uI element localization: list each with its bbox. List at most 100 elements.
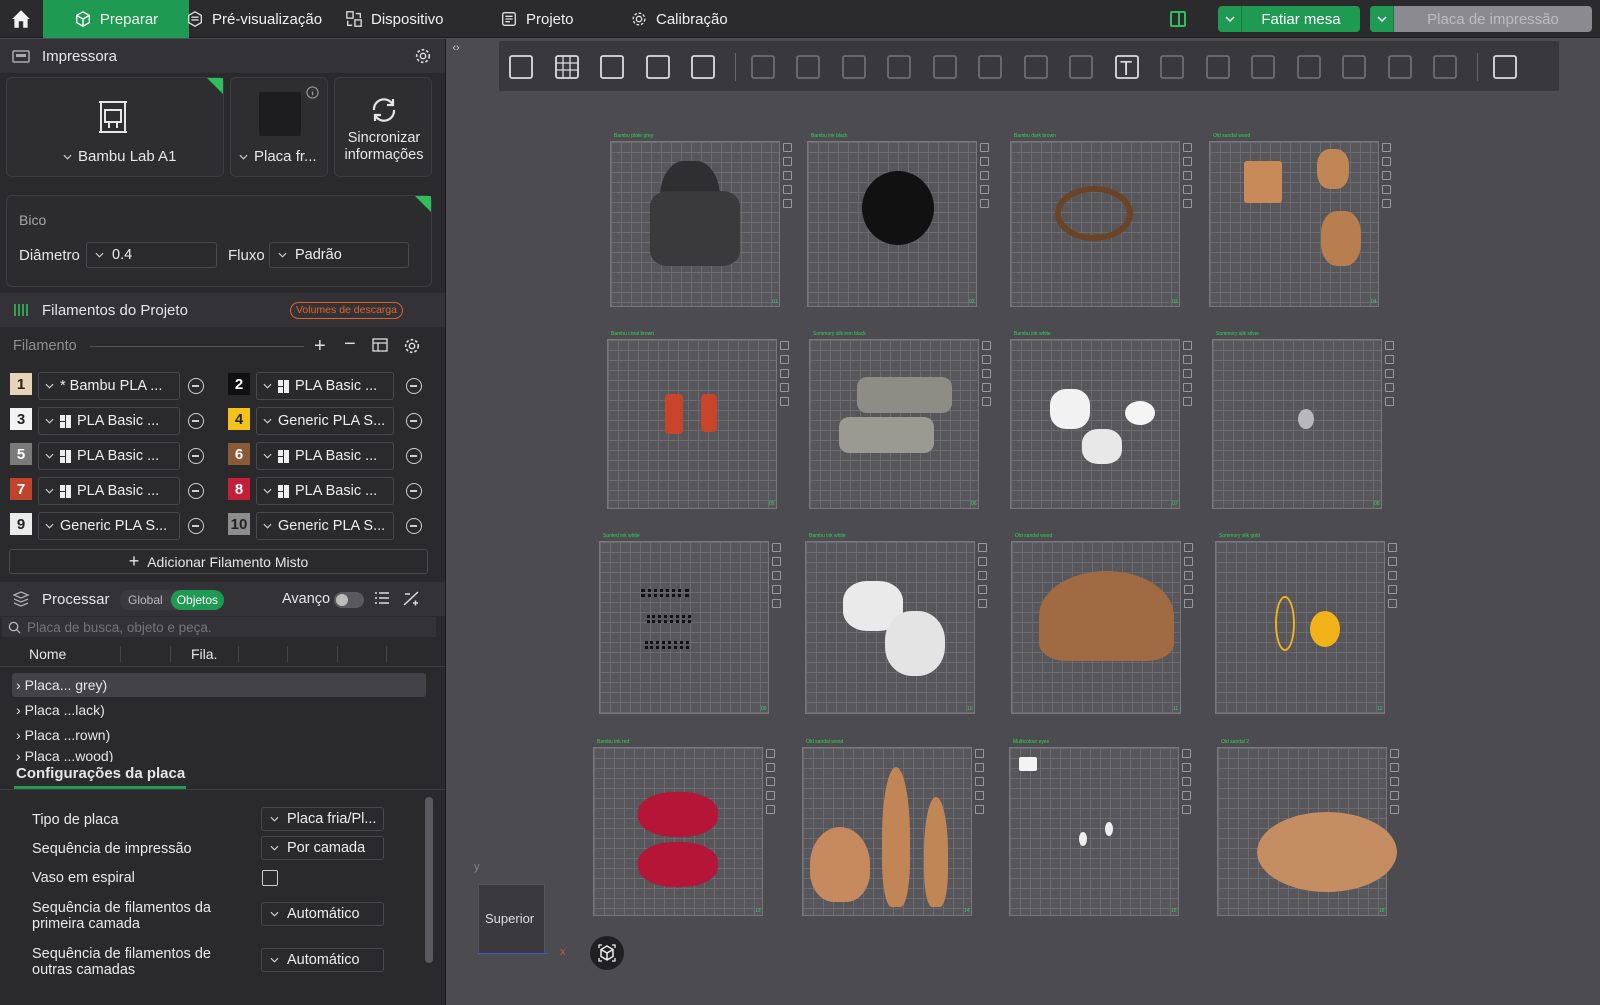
settings-icon[interactable] xyxy=(1388,599,1397,608)
build-plate[interactable]: Old sandal wood 04 xyxy=(1209,133,1391,313)
model-part[interactable] xyxy=(638,842,718,887)
model-part[interactable] xyxy=(1310,611,1340,647)
add-plate-icon[interactable] xyxy=(551,51,585,83)
build-plate[interactable]: Bambu ink white 10 xyxy=(805,533,987,720)
orient-icon[interactable] xyxy=(1183,355,1192,364)
filament-select[interactable]: Generic PLA S... xyxy=(256,512,394,540)
filament-select[interactable]: PLA Basic ... xyxy=(256,442,394,470)
arrange-icon[interactable] xyxy=(1183,171,1192,180)
auto-orient-icon[interactable] xyxy=(596,51,630,83)
close-icon[interactable] xyxy=(1388,543,1397,552)
close-icon[interactable] xyxy=(1183,341,1192,350)
remove-filament-icon[interactable]: − xyxy=(344,333,356,356)
col-name[interactable]: Nome xyxy=(29,646,66,662)
arrange-icon[interactable] xyxy=(780,369,789,378)
add-filament-icon[interactable]: + xyxy=(314,335,326,358)
filament-color-swatch[interactable]: 5 xyxy=(10,443,32,465)
close-icon[interactable] xyxy=(982,341,991,350)
filament-color-swatch[interactable]: 6 xyxy=(228,443,250,465)
orient-icon[interactable] xyxy=(1382,157,1391,166)
orient-icon[interactable] xyxy=(783,157,792,166)
spiral-vase-checkbox[interactable] xyxy=(262,870,278,886)
setting-select[interactable]: Por camada xyxy=(261,836,384,860)
lock-icon[interactable] xyxy=(1184,585,1193,594)
model-part[interactable] xyxy=(1039,571,1174,661)
orient-icon[interactable] xyxy=(766,763,775,772)
arrange-icon[interactable] xyxy=(766,777,775,786)
chevron-down-icon[interactable] xyxy=(1370,6,1394,32)
arrange-icon[interactable] xyxy=(978,571,987,580)
tree-row[interactable]: › Placa... grey) xyxy=(12,673,426,697)
lock-icon[interactable] xyxy=(783,185,792,194)
filament-color-swatch[interactable]: 4 xyxy=(228,408,250,430)
model-part[interactable] xyxy=(641,589,689,597)
settings-icon[interactable] xyxy=(772,599,781,608)
cut-icon[interactable] xyxy=(929,51,963,83)
flush-volumes-button[interactable]: Volumes de descarga xyxy=(290,302,403,319)
arrange-icon[interactable] xyxy=(1390,777,1399,786)
filament-options-icon[interactable] xyxy=(188,518,204,534)
add-mixed-filament-button[interactable]: + Adicionar Filamento Misto xyxy=(9,549,428,574)
arrange-icon[interactable] xyxy=(1183,369,1192,378)
build-plate[interactable]: Old sandal 2 16 xyxy=(1217,739,1399,922)
global-tab[interactable]: Global xyxy=(120,593,171,607)
filament-options-icon[interactable] xyxy=(188,413,204,429)
layers-toggle-icon[interactable] xyxy=(687,51,721,83)
layout-toggle-icon[interactable] xyxy=(1170,11,1186,27)
model-part[interactable] xyxy=(1105,822,1113,836)
settings-icon[interactable] xyxy=(1385,397,1394,406)
model-part[interactable] xyxy=(810,827,870,902)
printer-select-card[interactable]: Bambu Lab A1 xyxy=(6,77,224,177)
3d-viewport[interactable]: ‹› T Bambu plate grey 01 Bambu ink black 02… xyxy=(447,39,1600,1005)
model-part[interactable] xyxy=(638,792,718,837)
lock-icon[interactable] xyxy=(1388,585,1397,594)
text-icon[interactable]: T xyxy=(1111,51,1145,83)
settings-icon[interactable] xyxy=(1382,199,1391,208)
lock-icon[interactable] xyxy=(780,383,789,392)
orient-icon[interactable] xyxy=(1182,763,1191,772)
tab-project[interactable]: Projeto xyxy=(500,0,574,38)
sync-button[interactable]: Sincronizar informações xyxy=(334,77,432,177)
setting-select[interactable]: Automático xyxy=(261,948,384,972)
model-part[interactable] xyxy=(1079,832,1087,846)
settings-icon[interactable] xyxy=(978,599,987,608)
advanced-toggle[interactable] xyxy=(334,592,364,608)
orient-icon[interactable] xyxy=(1184,557,1193,566)
tab-prepare[interactable]: Preparar xyxy=(43,0,189,38)
build-plate[interactable]: Sommory silk silver 08 xyxy=(1212,331,1394,515)
model-part[interactable] xyxy=(1050,389,1090,429)
close-icon[interactable] xyxy=(1182,749,1191,758)
arrange-icon[interactable] xyxy=(1388,571,1397,580)
tree-row[interactable]: › Placa ...rown) xyxy=(12,723,426,747)
slice-button[interactable]: Fatiar mesa xyxy=(1218,6,1360,32)
boolean-icon[interactable] xyxy=(974,51,1008,83)
filament-color-swatch[interactable]: 7 xyxy=(10,478,32,500)
search-box[interactable] xyxy=(2,617,436,637)
build-plate[interactable]: Bambu ink red 13 xyxy=(593,739,775,922)
build-plate[interactable]: Bambu ink black 02 xyxy=(807,133,989,313)
orient-icon[interactable] xyxy=(1385,355,1394,364)
filament-color-swatch[interactable]: 9 xyxy=(10,513,32,535)
settings-icon[interactable] xyxy=(1390,805,1399,814)
assembly-icon[interactable] xyxy=(1384,51,1418,83)
filament-options-icon[interactable] xyxy=(188,378,204,394)
filament-options-icon[interactable] xyxy=(406,483,422,499)
arrange-icon[interactable] xyxy=(975,777,984,786)
scrollbar[interactable] xyxy=(425,797,433,963)
arrange-icon[interactable] xyxy=(982,369,991,378)
filament-options-icon[interactable] xyxy=(406,378,422,394)
build-plate[interactable]: Bambu ink white 07 xyxy=(1010,331,1192,515)
lock-icon[interactable] xyxy=(772,585,781,594)
setting-select[interactable]: Automático xyxy=(261,902,384,926)
col-filament[interactable]: Fila. xyxy=(191,646,217,662)
orient-icon[interactable] xyxy=(1183,157,1192,166)
support-paint-icon[interactable] xyxy=(1020,51,1054,83)
seam-paint-icon[interactable] xyxy=(1065,51,1099,83)
recenter-button[interactable] xyxy=(590,936,624,970)
model-part[interactable] xyxy=(1275,596,1295,651)
filament-color-swatch[interactable]: 1 xyxy=(10,373,32,395)
close-icon[interactable] xyxy=(1385,341,1394,350)
collapse-sidebar-icon[interactable]: ‹› xyxy=(447,39,465,57)
build-plate[interactable]: Old sandal wood 14 xyxy=(802,739,984,922)
close-icon[interactable] xyxy=(1382,143,1391,152)
